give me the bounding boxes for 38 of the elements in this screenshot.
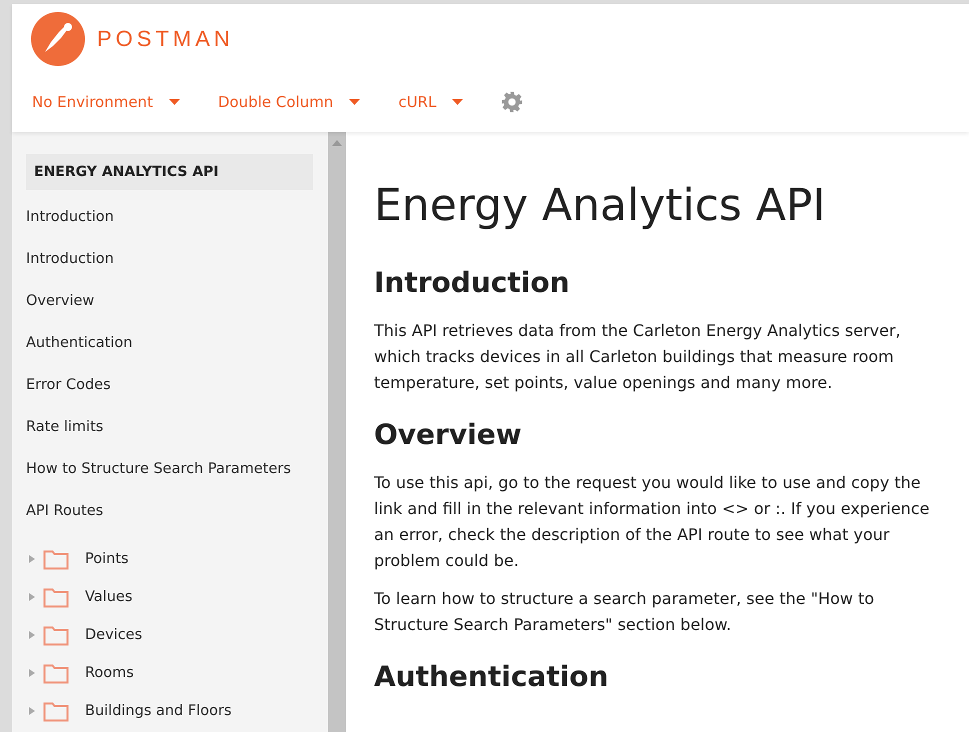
page-title: Energy Analytics API [374,179,826,233]
folder-icon [43,662,69,684]
logo-icon [31,12,85,66]
folder-name[interactable]: Devices [85,627,142,643]
caret-icon [168,99,180,105]
sidebar-item[interactable]: Introduction [26,238,328,280]
folder-icon [43,548,69,570]
sidebar-item[interactable]: Rate limits [26,406,328,448]
sidebar-item[interactable]: How to Structure Search Parameters [26,448,328,490]
settings-icon[interactable] [501,91,524,113]
paragraph: To use this api, go to the request you would like to use and copy the link and fill in the relevant information into <> or :. If you experience an error, check the description of the API route to see what your problem could be. [374,472,930,572]
scroll-up-icon[interactable] [332,140,342,146]
section-heading: Overview [374,417,523,453]
expand-arrow-icon[interactable] [29,669,35,677]
folder-icon [43,700,69,722]
sidebar-item[interactable]: Introduction [26,196,328,238]
collection-title: ENERGY ANALYTICS API [26,154,313,190]
paragraph: To learn how to structure a search parameter, see the "How to Structure Search Parameters" section below. [374,588,876,636]
sidebar-item[interactable]: Overview [26,280,328,322]
expand-arrow-icon[interactable] [29,555,35,563]
folder-name[interactable]: Values [85,589,132,605]
folder-icon [43,624,69,646]
brand-name: POSTMAN [97,26,234,52]
expand-arrow-icon[interactable] [29,593,35,601]
folder-icon [43,586,69,608]
sidebar-item[interactable]: API Routes [26,490,328,532]
folder-name[interactable]: Buildings and Floors [85,703,232,719]
section-heading: Authentication [374,659,610,695]
section-heading: Introduction [374,265,571,301]
sidebar-item[interactable]: Authentication [26,322,328,364]
folder-name[interactable]: Points [85,551,129,567]
sidebar-item[interactable]: Error Codes [26,364,328,406]
expand-arrow-icon[interactable] [29,707,35,715]
paragraph: This API retrieves data from the Carleton Energy Analytics server, which tracks devices in all Carleton buildings that measure room temperature, set points, value openings and many more. [374,320,902,394]
folder-name[interactable]: Rooms [85,665,134,681]
expand-arrow-icon[interactable] [29,631,35,639]
caret-icon [452,99,464,105]
caret-icon [349,99,360,105]
